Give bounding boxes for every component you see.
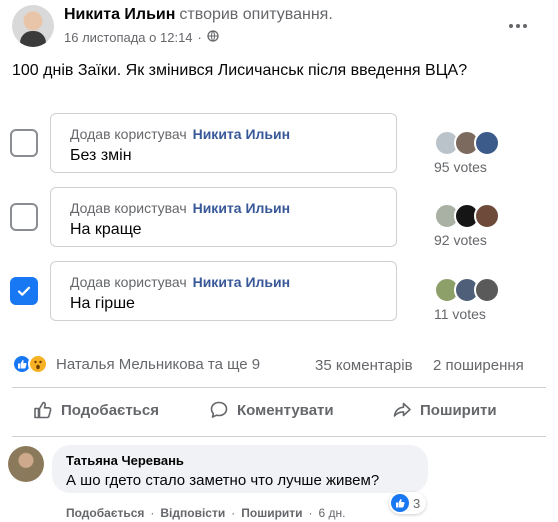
poll-votes-2[interactable]: 92 votes <box>434 232 487 248</box>
poll-checkbox-2[interactable] <box>10 203 38 231</box>
meta-separator: · <box>197 30 202 45</box>
divider <box>12 436 546 437</box>
comment-reactions[interactable]: 3 <box>389 492 427 514</box>
poll-votes-3[interactable]: 11 votes <box>434 306 486 322</box>
poll-option-author-link[interactable]: Никита Ильин <box>193 126 291 142</box>
poll-option-label: На краще <box>70 221 142 238</box>
poll-option-author-link[interactable]: Никита Ильин <box>193 200 291 216</box>
comments-count[interactable]: 35 коментарів <box>315 357 413 374</box>
like-button[interactable]: Подобається <box>33 400 159 420</box>
share-icon <box>393 402 411 417</box>
thumbs-up-icon <box>34 401 52 419</box>
divider <box>12 387 546 388</box>
voter-avatar <box>474 277 500 303</box>
comment-button[interactable]: Коментувати <box>209 400 334 420</box>
poll-option-label: На гірше <box>70 295 135 312</box>
voter-avatar <box>474 130 500 156</box>
comment-text: А шо гдето стало заметно что лучше живем… <box>66 472 380 489</box>
poll-votes-1[interactable]: 95 votes <box>434 159 487 175</box>
comment-button-label: Коментувати <box>237 401 334 419</box>
poll-option-author-link[interactable]: Никита Ильин <box>193 274 291 290</box>
commenter-avatar[interactable] <box>8 446 44 482</box>
comment-time[interactable]: 6 дн. <box>319 506 346 520</box>
comment-icon <box>210 401 228 418</box>
poll-option-label: Без змін <box>70 147 132 164</box>
voter-avatar <box>474 203 500 229</box>
poll-option-2[interactable]: Додав користувач Никита Ильин На краще <box>50 187 397 247</box>
checkmark-icon <box>17 286 31 296</box>
author-name[interactable]: Никита Ильин <box>64 6 175 23</box>
poll-checkbox-3[interactable] <box>10 277 38 305</box>
poll-option-1[interactable]: Додав користувач Никита Ильин Без змін <box>50 113 397 173</box>
share-button[interactable]: Поширити <box>392 400 497 420</box>
author-avatar[interactable] <box>12 5 54 47</box>
comment-bubble: Татьяна Черевань А шо гдето стало заметн… <box>52 445 428 493</box>
poll-voters-3[interactable] <box>434 277 500 303</box>
post-date[interactable]: 16 листопада о 12:14 <box>64 30 193 45</box>
separator: · <box>308 506 313 520</box>
comment-like-link[interactable]: Подобається <box>66 506 144 520</box>
reactions-summary[interactable]: Наталья Мельникова та ще 9 <box>12 354 260 374</box>
share-button-label: Поширити <box>420 401 497 419</box>
poll-voters-2[interactable] <box>434 203 500 229</box>
shares-count[interactable]: 2 поширення <box>433 357 524 374</box>
poll-voters-1[interactable] <box>434 130 500 156</box>
separator: · <box>150 506 155 520</box>
comment-actions: Подобається · Відповісти · Поширити · 6 … <box>66 506 346 520</box>
comment-reaction-count: 3 <box>413 495 421 511</box>
reactions-text[interactable]: Наталья Мельникова та ще 9 <box>56 356 260 373</box>
post-meta: 16 листопада о 12:14 · <box>64 30 219 45</box>
poll-option-added-by: Додав користувач Никита Ильин <box>70 200 291 216</box>
poll-checkbox-1[interactable] <box>10 129 38 157</box>
poll-option-added-by: Додав користувач Никита Ильин <box>70 274 291 290</box>
poll-option-3[interactable]: Додав користувач Никита Ильин На гірше <box>50 261 397 321</box>
post-action-text: створив опитування. <box>179 6 333 23</box>
like-button-label: Подобається <box>61 401 159 419</box>
post-header: Никита Ильин створив опитування. <box>64 6 333 24</box>
comment-reply-link[interactable]: Відповісти <box>160 506 225 520</box>
like-reaction-icon <box>391 494 409 512</box>
globe-icon <box>207 30 219 45</box>
commenter-name[interactable]: Татьяна Черевань <box>66 453 184 468</box>
more-options-icon[interactable] <box>506 14 530 38</box>
wow-reaction-icon <box>28 354 48 374</box>
post-text: 100 днів Заїки. Як змінився Лисичанськ п… <box>12 62 468 79</box>
comment-share-link[interactable]: Поширити <box>241 506 302 520</box>
separator: · <box>231 506 236 520</box>
poll-option-added-by: Додав користувач Никита Ильин <box>70 126 291 142</box>
